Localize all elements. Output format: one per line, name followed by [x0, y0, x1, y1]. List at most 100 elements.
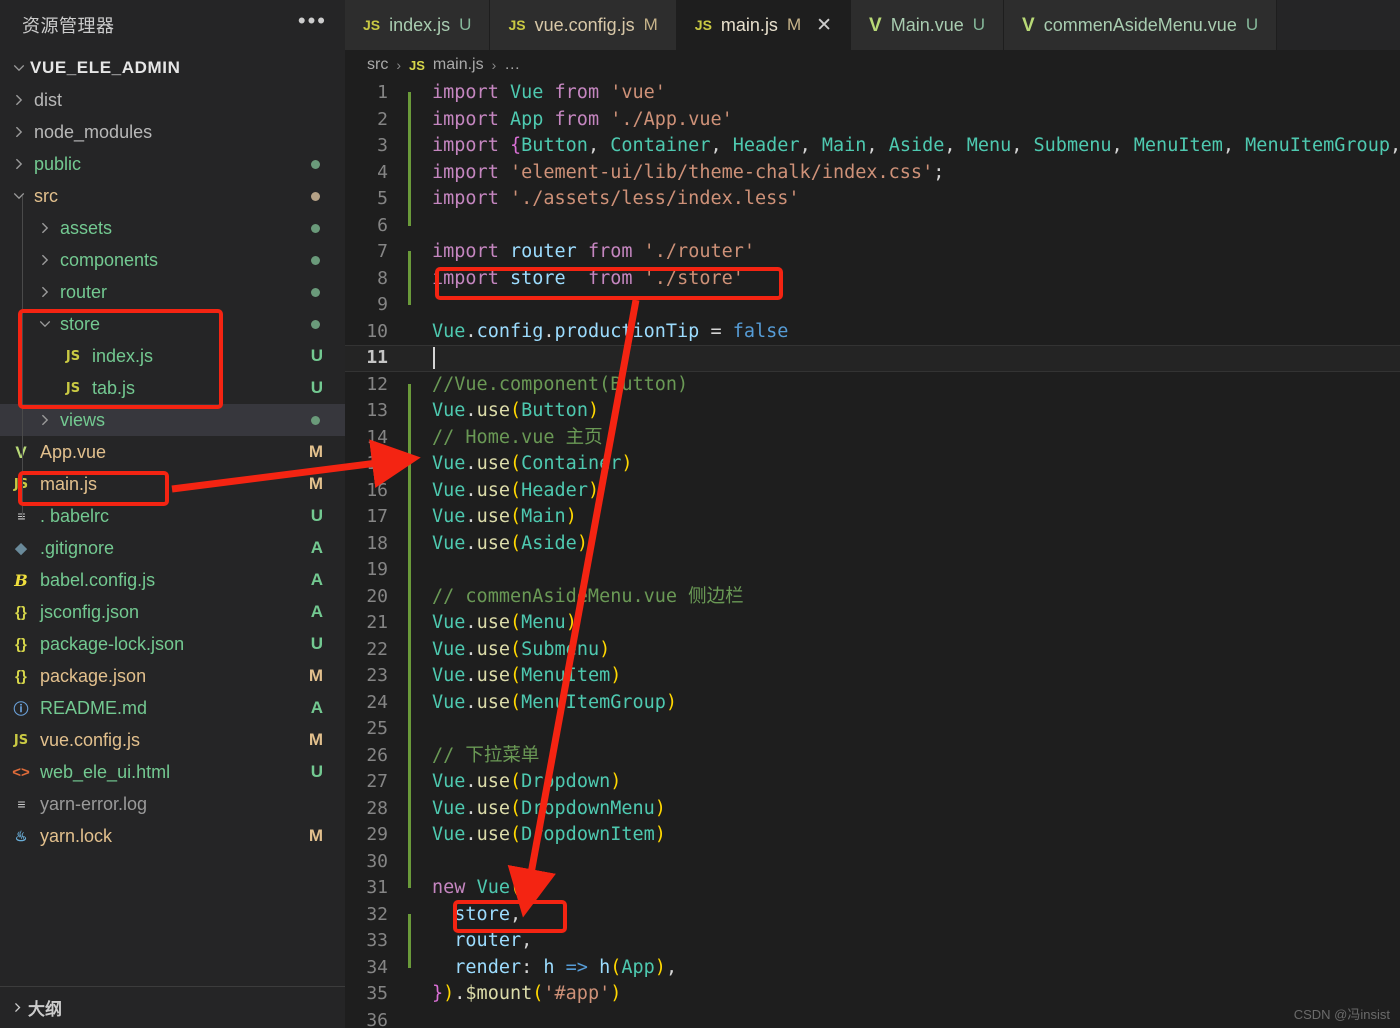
chevron-down-icon[interactable] [8, 189, 30, 203]
code-editor[interactable]: 1 import Vue from 'vue' 2 import App from '… [345, 80, 1400, 1028]
tree-root-row[interactable]: VUE_ELE_ADMIN [0, 52, 345, 84]
chevron-right-icon[interactable] [34, 221, 56, 235]
tree-item-public[interactable]: public [0, 148, 345, 180]
ellipsis-icon[interactable]: ••• [298, 10, 327, 34]
code-line[interactable]: 35}).$mount('#app') [345, 981, 1400, 1008]
chevron-right-icon[interactable] [34, 285, 56, 299]
tree-item-package-json[interactable]: {} package.json M [0, 660, 345, 692]
json-icon: {} [15, 635, 27, 653]
code-line[interactable]: 31 new Vue({ [345, 875, 1400, 902]
tree-item---babelrc[interactable]: ≡ . babelrc U [0, 500, 345, 532]
tree-item-app-vue[interactable]: V App.vue M [0, 436, 345, 468]
line-number: 12 [366, 373, 388, 395]
breadcrumb[interactable]: src › JS main.js › … [345, 50, 1400, 80]
outline-panel-header[interactable]: 大纲 [0, 986, 345, 1028]
tree-item-yarn-lock[interactable]: ♨ yarn.lock M [0, 820, 345, 852]
chevron-right-icon[interactable] [8, 93, 30, 107]
tree-item-tab-js[interactable]: JS tab.js U [0, 372, 345, 404]
close-icon[interactable]: ✕ [816, 14, 832, 37]
chevron-right-icon[interactable] [34, 413, 56, 427]
code-line[interactable]: 26 // 下拉菜单 [345, 743, 1400, 783]
line-number: 10 [366, 320, 388, 342]
tree-item-label: vue.config.js [40, 729, 141, 750]
code-line[interactable]: 2 import App from './App.vue' [345, 107, 1400, 147]
line-number: 24 [366, 691, 388, 713]
code-line[interactable]: 29 Vue.use(DropdownItem) [345, 822, 1400, 862]
chevron-right-icon[interactable] [34, 253, 56, 267]
code-line[interactable]: 6 [345, 213, 1400, 240]
code-line[interactable]: 12 //Vue.component(Button) [345, 372, 1400, 412]
code-line[interactable]: 21 Vue.use(Menu) [345, 610, 1400, 650]
tree-item-web-ele-ui-html[interactable]: <> web_ele_ui.html U [0, 756, 345, 788]
file-tree[interactable]: VUE_ELE_ADMIN dist node_modules public src as… [0, 50, 345, 986]
tree-item-vue-config-js[interactable]: JS vue.config.js M [0, 724, 345, 756]
code-line[interactable]: 28 Vue.use(DropdownMenu) [345, 796, 1400, 836]
tree-item-yarn-error-log[interactable]: ≡ yarn-error.log [0, 788, 345, 820]
tree-item--gitignore[interactable]: ◆ .gitignore A [0, 532, 345, 564]
code-line[interactable]: 25 [345, 716, 1400, 756]
code-line[interactable]: 17 Vue.use(Main) [345, 504, 1400, 544]
tree-item-readme-md[interactable]: ⓘ README.md A [0, 692, 345, 724]
code-line[interactable]: 19 [345, 557, 1400, 597]
code-line[interactable]: 24 Vue.use(MenuItemGroup) [345, 690, 1400, 730]
code-line[interactable]: 30 [345, 849, 1400, 889]
tree-item-src[interactable]: src [0, 180, 345, 212]
tree-item-main-js[interactable]: JS main.js M [0, 468, 345, 500]
editor-tab-vue-config-js[interactable]: JS vue.config.js M [490, 0, 677, 50]
code-line[interactable]: 9 [345, 292, 1400, 319]
tree-item-components[interactable]: components [0, 244, 345, 276]
code-line[interactable]: 10 Vue.config.productionTip = false [345, 319, 1400, 346]
code-line[interactable]: 20 // commenAsideMenu.vue 侧边栏 [345, 584, 1400, 624]
tree-item-assets[interactable]: assets [0, 212, 345, 244]
breadcrumb-ellipsis[interactable]: … [504, 56, 520, 74]
chevron-right-icon[interactable] [8, 125, 30, 139]
code-line[interactable]: 7 import router from './router' [345, 239, 1400, 279]
line-number: 23 [366, 665, 388, 686]
code-line[interactable]: 3 import {Button, Container, Header, Main… [345, 133, 1400, 173]
editor-tab-commenasidemenu-vue[interactable]: VcommenAsideMenu.vue U [1004, 0, 1278, 50]
line-number: 21 [366, 612, 388, 633]
tree-item-label: package.json [40, 665, 147, 686]
tree-item-store[interactable]: store [0, 308, 345, 340]
code-line[interactable]: 4 import 'element-ui/lib/theme-chalk/inde… [345, 160, 1400, 200]
editor-tab-index-js[interactable]: JS index.js U [345, 0, 491, 50]
tree-item-label: web_ele_ui.html [40, 761, 171, 782]
tree-item-dist[interactable]: dist [0, 84, 345, 116]
code-line[interactable]: 18 Vue.use(Aside) [345, 531, 1400, 571]
editor-tab-main-vue[interactable]: V Main.vue U [851, 0, 1005, 50]
chevron-down-icon[interactable] [34, 317, 56, 331]
git-status-badge: A [310, 698, 323, 717]
code-line[interactable]: 13 Vue.use(Button) [345, 398, 1400, 438]
code-line[interactable]: 8 import store from './store' [345, 266, 1400, 306]
chevron-down-icon[interactable] [8, 61, 30, 75]
code-line[interactable]: 34 render: h => h(App), [345, 955, 1400, 982]
tree-item-index-js[interactable]: JS index.js U [0, 340, 345, 372]
breadcrumb-folder[interactable]: src [367, 56, 388, 74]
tree-item-router[interactable]: router [0, 276, 345, 308]
tree-item-babel-config-js[interactable]: Bbabel.config.js A [0, 564, 345, 596]
tree-item-label: main.js [40, 473, 98, 494]
code-line[interactable]: 22 Vue.use(Submenu) [345, 637, 1400, 677]
code-line[interactable]: 1 import Vue from 'vue' [345, 80, 1400, 120]
breadcrumb-file[interactable]: main.js [433, 56, 484, 74]
code-line[interactable]: 32 store, [345, 902, 1400, 942]
code-line[interactable]: 33 router, [345, 928, 1400, 968]
tree-item-package-lock-json[interactable]: {} package-lock.json U [0, 628, 345, 660]
code-line[interactable]: 27 Vue.use(Dropdown) [345, 769, 1400, 809]
code-line[interactable]: 11 [345, 345, 1400, 372]
tree-item-label: store [60, 313, 101, 334]
code-line[interactable]: 36 [345, 1008, 1400, 1028]
editor-tab-main-js[interactable]: JS main.js M ✕ [676, 0, 852, 50]
tree-item-node-modules[interactable]: node_modules [0, 116, 345, 148]
code-line[interactable]: 14 // Home.vue 主页 [345, 425, 1400, 465]
code-line[interactable]: 16 Vue.use(Header) [345, 478, 1400, 518]
tree-item-views[interactable]: views [0, 404, 345, 436]
editor-tabbar[interactable]: JS index.js U JS vue.config.js M JS main.js M ✕ V M… [345, 0, 1400, 50]
line-number: 36 [366, 1009, 388, 1028]
code-line[interactable]: 23 Vue.use(MenuItem) [345, 663, 1400, 703]
yarn-icon: ♨ [14, 827, 28, 844]
code-line[interactable]: 15 Vue.use(Container) [345, 451, 1400, 491]
chevron-right-icon[interactable] [8, 157, 30, 171]
tree-item-jsconfig-json[interactable]: {} jsconfig.json A [0, 596, 345, 628]
code-line[interactable]: 5 import './assets/less/index.less' [345, 186, 1400, 226]
